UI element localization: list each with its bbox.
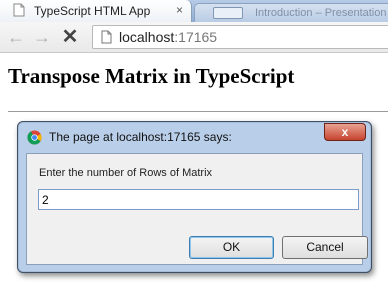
tab-strip: Introduction – Presentation TypeScript H… — [0, 0, 388, 22]
close-dialog-button[interactable]: x — [324, 123, 366, 141]
url-host: localhost — [119, 29, 175, 45]
back-arrow-icon[interactable]: ← — [6, 27, 26, 47]
url-text[interactable]: localhost:17165 — [119, 29, 217, 45]
tab-title: TypeScript HTML App — [34, 4, 151, 18]
page-icon — [13, 3, 25, 17]
active-tab[interactable]: TypeScript HTML App × — [0, 0, 192, 22]
prompt-input[interactable] — [38, 189, 359, 210]
background-tab-title: Introduction – Presentation — [255, 7, 387, 19]
close-tab-icon[interactable]: × — [176, 3, 183, 17]
page-title: Transpose Matrix in TypeScript — [8, 64, 295, 88]
dialog-body: Enter the number of Rows of Matrix OK Ca… — [26, 153, 368, 265]
stop-loading-icon[interactable]: ✕ — [60, 27, 80, 47]
prompt-dialog: The page at localhost:17165 says: x Ente… — [17, 121, 372, 273]
background-tab[interactable]: Introduction – Presentation — [194, 3, 388, 22]
url-port: :17165 — [174, 29, 218, 45]
address-bar[interactable]: localhost:17165 — [92, 25, 388, 49]
forward-arrow-icon[interactable]: → — [32, 27, 52, 47]
ok-button[interactable]: OK — [189, 236, 274, 259]
cancel-button[interactable]: Cancel — [282, 236, 368, 259]
chrome-icon — [27, 130, 42, 145]
horizontal-rule — [8, 111, 388, 112]
page-icon — [101, 30, 112, 44]
dialog-title: The page at localhost:17165 says: — [49, 130, 232, 144]
browser-toolbar: ← → ✕ localhost:17165 — [0, 22, 388, 53]
new-tab-icon[interactable] — [213, 7, 243, 19]
prompt-message: Enter the number of Rows of Matrix — [39, 167, 213, 179]
